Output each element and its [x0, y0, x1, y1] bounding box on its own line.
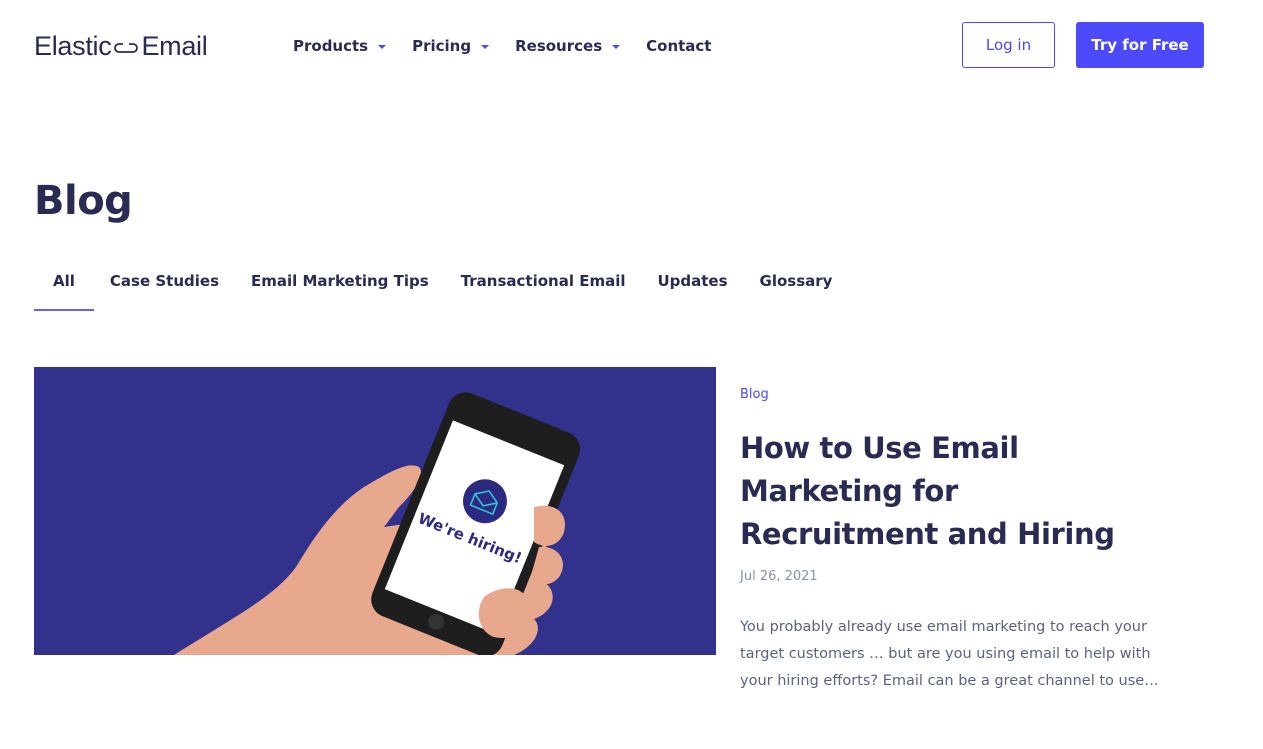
post-excerpt: You probably already use email marketing… — [740, 619, 1159, 689]
tab-updates[interactable]: Updates — [641, 262, 743, 311]
nav-resources[interactable]: Resources — [515, 37, 621, 55]
nav-pricing[interactable]: Pricing — [412, 37, 490, 55]
try-for-free-button[interactable]: Try for Free — [1076, 22, 1204, 68]
post-title[interactable]: How to Use Email Marketing for Recruitme… — [740, 427, 1160, 556]
category-tabs: All Case Studies Email Marketing Tips Tr… — [34, 262, 848, 312]
link-icon — [114, 42, 139, 54]
main-nav: Products Pricing Resources Contact — [293, 35, 737, 57]
featured-post-image[interactable]: We're hiring! — [34, 367, 716, 655]
nav-pricing-label: Pricing — [412, 37, 472, 55]
post-category-link[interactable]: Blog — [740, 387, 1180, 407]
caret-down-icon — [612, 44, 621, 49]
caret-down-icon — [481, 44, 490, 49]
nav-products-label: Products — [293, 37, 369, 55]
tab-case-studies[interactable]: Case Studies — [94, 262, 235, 311]
logo-word-elastic: Elastic — [34, 30, 112, 61]
nav-resources-label: Resources — [515, 37, 603, 55]
login-button[interactable]: Log in — [962, 22, 1055, 68]
post-date: Jul 26, 2021 — [740, 569, 818, 584]
logo[interactable]: Elastic Email — [34, 30, 208, 61]
tab-all[interactable]: All — [34, 262, 94, 311]
nav-products[interactable]: Products — [293, 37, 387, 55]
site-header: Elastic Email Products Pricing Resources… — [0, 0, 1263, 90]
tab-glossary[interactable]: Glossary — [744, 262, 849, 311]
nav-contact-label: Contact — [646, 37, 712, 55]
featured-post: Blog How to Use Email Marketing for Recr… — [740, 387, 1180, 695]
page-title: Blog — [34, 178, 133, 224]
nav-contact[interactable]: Contact — [646, 37, 711, 55]
caret-down-icon — [378, 44, 387, 49]
logo-word-email: Email — [141, 30, 208, 61]
tab-email-marketing-tips[interactable]: Email Marketing Tips — [235, 262, 445, 311]
tab-transactional-email[interactable]: Transactional Email — [445, 262, 642, 311]
